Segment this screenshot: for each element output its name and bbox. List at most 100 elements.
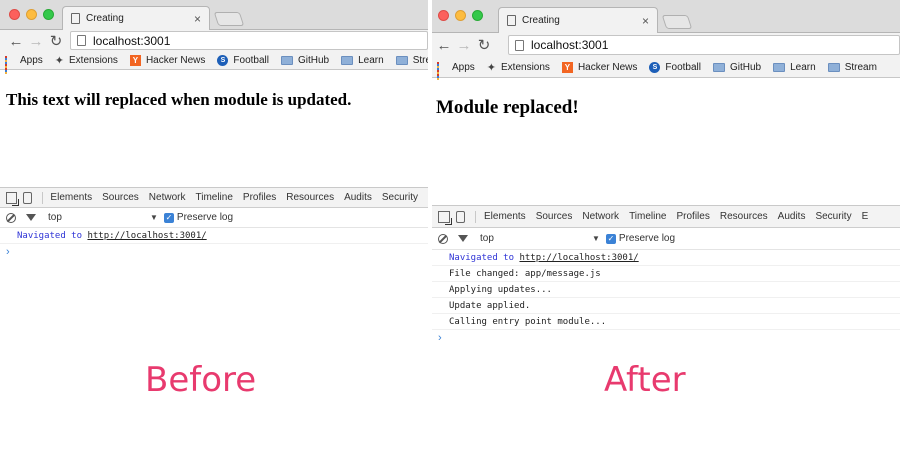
tab-strip: Creating ×: [432, 0, 900, 33]
close-window-button[interactable]: [438, 10, 449, 21]
puzzle-icon: ✦: [54, 55, 65, 67]
forward-icon[interactable]: →: [454, 37, 474, 54]
context-selector[interactable]: top: [480, 233, 592, 244]
page-icon: [71, 13, 80, 24]
hacker-news-icon: Y: [129, 55, 141, 66]
tab-resources[interactable]: Resources: [720, 211, 768, 222]
inspect-element-icon[interactable]: [438, 210, 452, 225]
tab-elements[interactable]: Elements: [50, 192, 92, 203]
bookmark-label: Hacker News: [145, 55, 206, 66]
console-message: Navigated to http://localhost:3001/: [0, 228, 428, 244]
folder-icon: [341, 56, 354, 65]
back-icon[interactable]: ←: [6, 33, 26, 50]
tab-profiles[interactable]: Profiles: [243, 192, 276, 203]
bookmark-label: Extensions: [69, 55, 118, 66]
devtools-tab-bar: Elements Sources Network Timeline Profil…: [432, 206, 900, 228]
tab-security[interactable]: Security: [815, 211, 851, 222]
filter-icon[interactable]: [26, 214, 36, 221]
bookmark-stream[interactable]: Stream: [827, 61, 877, 73]
apps-icon: [437, 62, 447, 80]
hacker-news-icon: Y: [561, 61, 573, 73]
minimize-window-button[interactable]: [455, 10, 466, 21]
page-icon: [515, 39, 524, 51]
close-window-button[interactable]: [9, 9, 20, 20]
browser-tab[interactable]: Creating ×: [62, 6, 210, 30]
bookmark-hacker-news[interactable]: Y Hacker News: [129, 55, 206, 66]
folder-icon: [773, 62, 786, 72]
device-mode-icon[interactable]: [23, 191, 32, 204]
address-bar[interactable]: localhost:3001: [508, 35, 900, 55]
new-tab-button[interactable]: [661, 15, 693, 29]
bookmark-extensions[interactable]: ✦ Extensions: [55, 54, 118, 67]
maximize-window-button[interactable]: [472, 10, 483, 21]
back-icon[interactable]: ←: [434, 37, 454, 54]
preserve-log-checkbox[interactable]: ✓: [163, 212, 174, 223]
folder-icon: [395, 56, 408, 65]
tab-security[interactable]: Security: [382, 192, 418, 203]
tab-sources[interactable]: Sources: [536, 211, 573, 222]
nav-link[interactable]: http://localhost:3001/: [519, 253, 638, 263]
console-message: File changed: app/message.js: [432, 266, 900, 282]
new-tab-button[interactable]: [213, 12, 245, 26]
chevron-down-icon[interactable]: ▼: [150, 213, 158, 222]
tab-close-icon[interactable]: ×: [194, 12, 201, 26]
tab-strip: Creating ×: [0, 0, 428, 30]
inspect-element-icon[interactable]: [6, 191, 20, 206]
devtools-panel: Elements Sources Network Timeline Profil…: [432, 205, 900, 450]
console-prompt[interactable]: ›: [432, 330, 900, 346]
tab-timeline[interactable]: Timeline: [629, 211, 666, 222]
tab-timeline[interactable]: Timeline: [195, 192, 232, 203]
tab-network[interactable]: Network: [149, 192, 186, 203]
bookmark-extensions[interactable]: ✦ Extensions: [487, 61, 550, 74]
bookmark-stream[interactable]: Strea: [395, 55, 428, 66]
bookmark-label: Learn: [358, 55, 384, 66]
reload-icon[interactable]: ↻: [474, 36, 494, 54]
tab-network[interactable]: Network: [582, 211, 619, 222]
bookmark-learn[interactable]: Learn: [773, 62, 816, 73]
bookmarks-bar: Apps ✦ Extensions Y Hacker News S Football …: [432, 57, 900, 80]
tab-close-icon[interactable]: ×: [642, 14, 649, 28]
bookmark-github[interactable]: GitHub: [712, 62, 761, 73]
bookmark-football[interactable]: S Football: [217, 55, 269, 66]
tab-audits[interactable]: Audits: [344, 192, 372, 203]
maximize-window-button[interactable]: [43, 9, 54, 20]
console-prompt[interactable]: ›: [0, 244, 428, 260]
football-icon: S: [217, 55, 229, 66]
tab-sources[interactable]: Sources: [102, 192, 139, 203]
bookmark-learn[interactable]: Learn: [341, 55, 384, 66]
forward-icon[interactable]: →: [26, 33, 46, 50]
address-bar[interactable]: localhost:3001: [70, 31, 428, 50]
clear-console-icon[interactable]: [6, 212, 16, 223]
tab-overflow[interactable]: E: [862, 211, 869, 222]
tab-elements[interactable]: Elements: [484, 211, 526, 222]
tab-audits[interactable]: Audits: [778, 211, 806, 222]
nav-prefix: Navigated to: [449, 253, 520, 263]
football-icon: S: [649, 61, 661, 73]
console-message: Update applied.: [432, 298, 900, 314]
bookmark-football[interactable]: S Football: [649, 61, 701, 73]
bookmark-apps[interactable]: Apps: [437, 62, 475, 80]
filter-icon[interactable]: [458, 235, 468, 242]
bookmark-github[interactable]: GitHub: [280, 55, 329, 66]
reload-icon[interactable]: ↻: [46, 32, 66, 50]
bookmark-label: Football: [665, 61, 701, 73]
chevron-down-icon[interactable]: ▼: [592, 234, 600, 243]
browser-tab[interactable]: Creating ×: [498, 7, 658, 33]
device-mode-icon[interactable]: [456, 210, 465, 223]
context-selector[interactable]: top: [48, 212, 150, 223]
nav-link[interactable]: http://localhost:3001/: [87, 231, 206, 241]
nav-prefix: Navigated to: [17, 231, 88, 241]
tab-resources[interactable]: Resources: [286, 192, 334, 203]
clear-console-icon[interactable]: [438, 233, 448, 244]
page-icon: [507, 15, 516, 26]
console-filter-bar: top ▼ ✓ Preserve log: [0, 208, 428, 228]
preserve-log-checkbox[interactable]: ✓: [605, 233, 616, 244]
bookmark-hacker-news[interactable]: Y Hacker News: [561, 61, 637, 73]
minimize-window-button[interactable]: [26, 9, 37, 20]
bookmark-label: Extensions: [501, 61, 550, 73]
bookmark-label: Stream: [844, 61, 877, 73]
devtools-tab-bar: Elements Sources Network Timeline Profil…: [0, 188, 428, 208]
puzzle-icon: ✦: [486, 61, 497, 74]
tab-profiles[interactable]: Profiles: [676, 211, 709, 222]
bookmark-apps[interactable]: Apps: [5, 55, 43, 74]
